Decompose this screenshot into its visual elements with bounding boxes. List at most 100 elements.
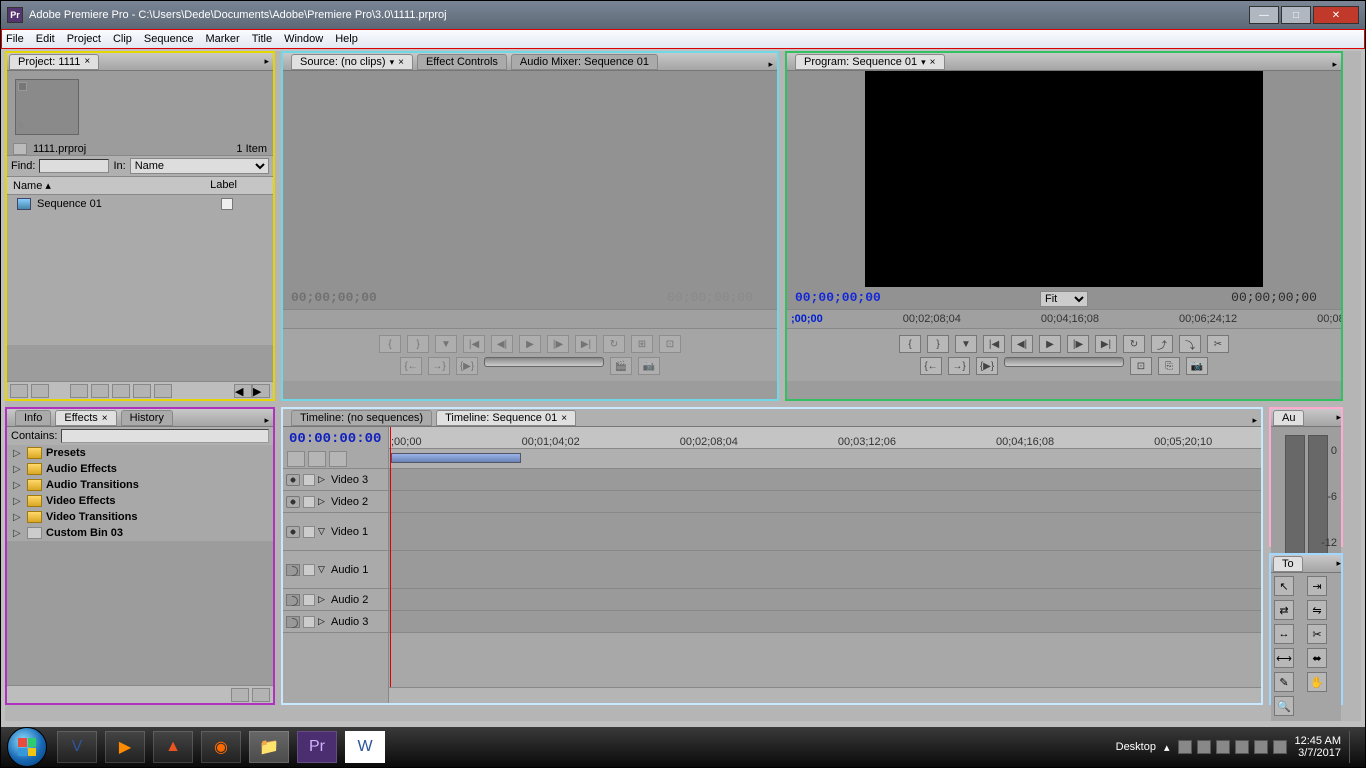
collapse-icon[interactable]: ▽ — [318, 526, 328, 537]
close-icon[interactable]: × — [102, 413, 108, 424]
task-visio-icon[interactable]: V — [57, 731, 97, 763]
slip-tool[interactable]: ⟷ — [1274, 648, 1294, 668]
tree-item[interactable]: ▷Audio Transitions — [7, 477, 273, 493]
meter-tab[interactable]: Au — [1273, 410, 1304, 426]
in-point-button[interactable]: { — [379, 335, 401, 353]
tray-network-icon[interactable] — [1235, 740, 1249, 754]
loop-button[interactable]: ↻ — [603, 335, 625, 353]
menu-help[interactable]: Help — [335, 33, 358, 45]
slide-tool[interactable]: ⬌ — [1307, 648, 1327, 668]
tray-icon[interactable] — [1197, 740, 1211, 754]
delete-icon[interactable] — [154, 384, 172, 398]
list-view-icon[interactable] — [10, 384, 28, 398]
dropdown-icon[interactable]: ▾ — [390, 57, 395, 68]
close-icon[interactable]: × — [398, 57, 404, 68]
lock-icon[interactable] — [303, 564, 315, 576]
task-wmp-icon[interactable]: ▶ — [105, 731, 145, 763]
track-header[interactable]: ▽Video 1 — [283, 513, 388, 551]
task-explorer-icon[interactable]: 📁 — [249, 731, 289, 763]
title-bar[interactable]: Pr Adobe Premiere Pro - C:\Users\Dede\Do… — [1, 1, 1365, 29]
list-item[interactable]: Sequence 01 — [7, 195, 273, 213]
play-button[interactable]: ▶ — [519, 335, 541, 353]
lift-button[interactable]: ⤴ — [1151, 335, 1173, 353]
workarea-bar[interactable] — [391, 453, 521, 463]
extract-button[interactable]: ⤵ — [1179, 335, 1201, 353]
collapse-icon[interactable]: ▽ — [318, 564, 328, 575]
source-ruler[interactable] — [283, 309, 777, 329]
tray-expand-icon[interactable]: ▴ — [1164, 741, 1170, 754]
step-fwd-button[interactable]: |▶ — [1067, 335, 1089, 353]
minimize-button[interactable]: — — [1249, 6, 1279, 24]
lock-icon[interactable] — [303, 496, 315, 508]
menu-sequence[interactable]: Sequence — [144, 33, 194, 45]
close-icon[interactable]: × — [561, 413, 567, 424]
panel-menu-icon[interactable]: ▸ — [1336, 412, 1341, 423]
track-header[interactable]: ▷Video 2 — [283, 491, 388, 513]
menu-edit[interactable]: Edit — [36, 33, 55, 45]
task-vlc-icon[interactable]: ▲ — [153, 731, 193, 763]
program-ruler[interactable]: ;00;00 00;02;08;04 00;04;16;08 00;06;24;… — [787, 309, 1341, 329]
ripple-tool[interactable]: ⇄ — [1274, 600, 1294, 620]
tree-item[interactable]: ▷Presets — [7, 445, 273, 461]
encore-icon[interactable] — [329, 451, 347, 467]
lock-icon[interactable] — [303, 526, 315, 538]
label-swatch[interactable] — [221, 198, 233, 210]
expand-icon[interactable]: ▷ — [13, 448, 23, 459]
new-bin-icon[interactable] — [112, 384, 130, 398]
pen-tool[interactable]: ✎ — [1274, 672, 1294, 692]
new-bin-icon[interactable] — [231, 688, 249, 702]
source-tab[interactable]: Source: (no clips) ▾ × — [291, 54, 413, 70]
track-lane[interactable] — [389, 551, 1261, 589]
clock[interactable]: 12:45 AM 3/7/2017 — [1295, 735, 1341, 759]
safe-margin-button[interactable]: ⊡ — [1130, 357, 1152, 375]
find-input[interactable] — [39, 159, 109, 173]
menu-window[interactable]: Window — [284, 33, 323, 45]
scroll-left-icon[interactable]: ◀ — [234, 384, 252, 398]
task-word-icon[interactable]: W — [345, 731, 385, 763]
panel-menu-icon[interactable]: ▸ — [768, 59, 773, 70]
shuttle-slider[interactable] — [1004, 357, 1124, 367]
goto-prev-button[interactable]: |◀ — [983, 335, 1005, 353]
speaker-icon[interactable] — [286, 616, 300, 628]
goto-prev-button[interactable]: |◀ — [463, 335, 485, 353]
lock-icon[interactable] — [303, 474, 315, 486]
zoom-tool[interactable]: 🔍 — [1274, 696, 1294, 716]
play-button[interactable]: ▶ — [1039, 335, 1061, 353]
expand-icon[interactable]: ▷ — [13, 496, 23, 507]
marker-button[interactable]: ▼ — [435, 335, 457, 353]
find-icon[interactable] — [91, 384, 109, 398]
rate-stretch-tool[interactable]: ↔ — [1274, 624, 1294, 644]
icon-view-icon[interactable] — [31, 384, 49, 398]
output-button[interactable]: ⎘ — [1158, 357, 1180, 375]
collapse-icon[interactable]: ▷ — [318, 474, 328, 485]
program-tab[interactable]: Program: Sequence 01 ▾ × — [795, 54, 945, 70]
new-item-icon[interactable] — [133, 384, 151, 398]
automate-icon[interactable] — [70, 384, 88, 398]
export-frame-button[interactable]: 📷 — [1186, 357, 1208, 375]
tools-tab[interactable]: To — [1273, 556, 1303, 572]
close-button[interactable]: ✕ — [1313, 6, 1359, 24]
track-lane[interactable] — [389, 611, 1261, 633]
out-point-button[interactable]: } — [927, 335, 949, 353]
effects-tab[interactable]: Effects × — [55, 410, 116, 426]
track-select-tool[interactable]: ⇥ — [1307, 576, 1327, 596]
shuttle-slider[interactable] — [484, 357, 604, 367]
close-icon[interactable]: × — [930, 57, 936, 68]
tree-item[interactable]: ▷Audio Effects — [7, 461, 273, 477]
in-point-button[interactable]: { — [899, 335, 921, 353]
tree-item[interactable]: ▷Custom Bin 03 — [7, 525, 273, 541]
speaker-icon[interactable] — [286, 594, 300, 606]
audio-mixer-tab[interactable]: Audio Mixer: Sequence 01 — [511, 54, 658, 70]
goto-in-button[interactable]: {← — [400, 357, 422, 375]
track-lane[interactable] — [389, 589, 1261, 611]
eye-icon[interactable] — [286, 496, 300, 508]
track-lane[interactable] — [389, 491, 1261, 513]
tree-item[interactable]: ▷Video Transitions — [7, 509, 273, 525]
goto-out-button[interactable]: →} — [428, 357, 450, 375]
track-header[interactable]: ▷Audio 3 — [283, 611, 388, 633]
track-lane[interactable] — [389, 513, 1261, 551]
maximize-button[interactable]: □ — [1281, 6, 1311, 24]
contains-input[interactable] — [61, 429, 269, 443]
marker-icon[interactable] — [308, 451, 326, 467]
panel-menu-icon[interactable]: ▸ — [264, 415, 269, 426]
